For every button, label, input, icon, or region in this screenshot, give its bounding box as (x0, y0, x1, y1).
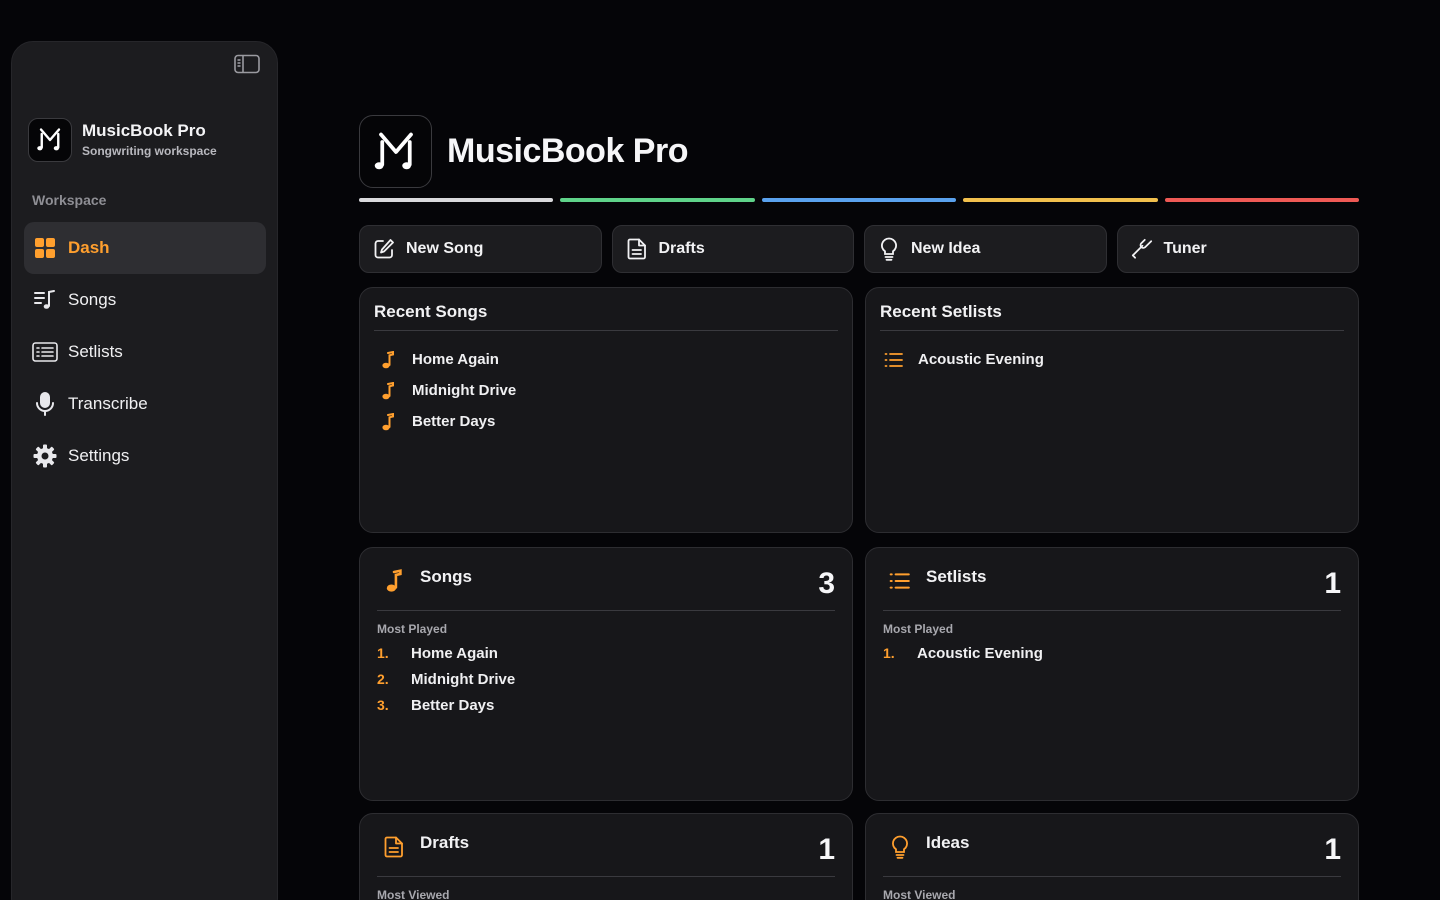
page-title: MusicBook Pro (447, 132, 688, 170)
brand-subtitle: Songwriting workspace (82, 143, 217, 158)
recent-song-item[interactable]: Home Again (378, 344, 516, 375)
rank-number: 1. (377, 645, 389, 661)
stat-title: Ideas (926, 833, 970, 852)
ranked-song-item[interactable]: 2. Midnight Drive (377, 666, 515, 692)
compose-icon (373, 238, 395, 260)
brand: MusicBook Pro Songwriting workspace (28, 118, 217, 162)
sidebar-item-transcribe[interactable]: Transcribe (24, 378, 266, 430)
document-icon (382, 834, 406, 860)
recent-setlist-label: Acoustic Evening (918, 351, 1044, 368)
stat-count: 1 (1324, 567, 1341, 600)
recent-song-item[interactable]: Midnight Drive (378, 375, 516, 406)
ranked-setlist-item[interactable]: 1. Acoustic Evening (883, 640, 1043, 666)
music-note-icon (378, 350, 398, 370)
lightbulb-icon (888, 834, 912, 860)
stat-subtitle: Most Viewed (377, 888, 450, 900)
grid-icon (32, 235, 58, 261)
accent-bar (359, 198, 554, 202)
stat-subtitle: Most Played (377, 622, 448, 636)
action-label: Tuner (1163, 240, 1207, 257)
divider (883, 610, 1341, 611)
lightbulb-icon (878, 237, 900, 261)
accent-bar (1164, 198, 1360, 202)
action-label: New Song (406, 240, 484, 257)
list-icon (888, 568, 912, 594)
accent-bar (761, 198, 957, 202)
divider (374, 330, 838, 331)
page-header: MusicBook Pro (359, 115, 688, 188)
music-note-icon (378, 381, 398, 401)
recent-setlists-card: Recent Setlists Acoustic Evening (865, 287, 1359, 533)
stat-count: 1 (818, 833, 835, 866)
accent-bar (560, 198, 755, 202)
divider (883, 876, 1341, 877)
stat-subtitle: Most Played (883, 622, 954, 636)
stat-count: 3 (818, 567, 835, 600)
sidebar-item-label: Songs (68, 290, 117, 309)
divider (880, 330, 1344, 331)
sidebar-item-label: Dash (68, 238, 110, 257)
rank-number: 3. (377, 697, 389, 713)
sidebar: MusicBook Pro Songwriting workspace Work… (11, 41, 278, 900)
recent-song-label: Better Days (412, 413, 496, 430)
quick-actions: New Song Drafts New Idea Tuner (359, 225, 1359, 273)
recent-song-label: Home Again (412, 351, 499, 368)
divider (377, 610, 835, 611)
stat-title: Songs (420, 567, 472, 586)
rank-label: Home Again (411, 644, 498, 662)
sidebar-item-label: Transcribe (68, 394, 148, 413)
sidebar-toggle-icon[interactable] (234, 54, 260, 74)
sidebar-item-settings[interactable]: Settings (24, 430, 266, 482)
ranked-song-item[interactable]: 1. Home Again (377, 640, 515, 666)
sidebar-item-dash[interactable]: Dash (24, 222, 266, 274)
app-logo-icon (359, 115, 432, 188)
list-box-icon (32, 339, 58, 365)
rank-number: 2. (377, 671, 389, 687)
rank-number: 1. (883, 645, 895, 661)
section-label: Workspace (32, 192, 107, 208)
sidebar-item-label: Setlists (68, 342, 123, 361)
divider (377, 876, 835, 877)
card-title: Recent Songs (374, 302, 488, 321)
songs-stat-card[interactable]: Songs 3 Most Played 1. Home Again 2. Mid… (359, 547, 853, 801)
ranked-song-item[interactable]: 3. Better Days (377, 692, 515, 718)
card-title: Recent Setlists (880, 302, 1002, 321)
stat-title: Drafts (420, 833, 470, 852)
microphone-icon (32, 391, 58, 417)
stat-subtitle: Most Viewed (883, 888, 956, 900)
rank-label: Acoustic Evening (917, 644, 1043, 662)
document-icon (626, 238, 648, 260)
new-idea-button[interactable]: New Idea (864, 225, 1107, 273)
accent-color-bars (359, 198, 1360, 202)
recent-song-label: Midnight Drive (412, 382, 517, 399)
rank-label: Better Days (411, 696, 495, 714)
tuner-button[interactable]: Tuner (1116, 225, 1359, 273)
sidebar-nav: Dash Songs Setlists Transcribe Settings (24, 222, 266, 482)
music-note-icon (378, 412, 398, 432)
sidebar-item-label: Settings (68, 446, 130, 465)
sidebar-item-setlists[interactable]: Setlists (24, 326, 266, 378)
accent-bar (963, 198, 1158, 202)
recent-setlist-item[interactable]: Acoustic Evening (884, 344, 1044, 375)
recent-songs-card: Recent Songs Home Again Midnight Drive B… (359, 287, 853, 533)
recent-song-item[interactable]: Better Days (378, 406, 516, 437)
music-note-icon (382, 568, 406, 594)
list-icon (884, 350, 904, 370)
drafts-button[interactable]: Drafts (611, 225, 854, 273)
music-list-icon (32, 287, 58, 313)
sidebar-item-songs[interactable]: Songs (24, 274, 266, 326)
new-song-button[interactable]: New Song (359, 225, 602, 273)
stat-count: 1 (1324, 833, 1341, 866)
setlists-stat-card[interactable]: Setlists 1 Most Played 1. Acoustic Eveni… (865, 547, 1359, 801)
gear-icon (32, 443, 58, 469)
ideas-stat-card[interactable]: Ideas 1 Most Viewed (865, 813, 1359, 900)
stat-title: Setlists (926, 567, 987, 586)
tuning-fork-icon (1131, 238, 1153, 260)
brand-title: MusicBook Pro (82, 120, 206, 140)
drafts-stat-card[interactable]: Drafts 1 Most Viewed (359, 813, 853, 900)
action-label: Drafts (658, 240, 705, 257)
rank-label: Midnight Drive (411, 670, 516, 688)
app-logo-icon (28, 118, 72, 162)
action-label: New Idea (911, 240, 981, 257)
